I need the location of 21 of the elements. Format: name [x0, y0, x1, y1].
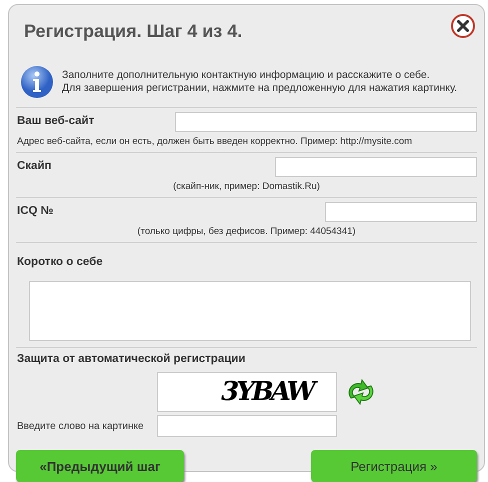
captcha-label: Введите слово на картинке: [16, 420, 145, 434]
text-input[interactable]: [275, 157, 477, 177]
window-title: Регистрация. Шаг 4 из 4.: [24, 20, 242, 43]
about-textarea[interactable]: [29, 281, 471, 341]
close-icon[interactable]: [451, 14, 475, 38]
info-icon: [20, 65, 54, 99]
register-button[interactable]: Регистрация »: [311, 450, 477, 482]
field-label: Ваш веб-сайт: [16, 114, 94, 130]
field-hint: Адрес веб-сайта, если он есть, должен быть введен корректно. Пример: http://mysite.com: [16, 135, 414, 149]
text-input[interactable]: [325, 202, 477, 222]
section-title: Защита от автоматической регистрации: [16, 352, 246, 367]
captcha-input[interactable]: [157, 415, 337, 438]
info-text: Заполните дополнительную контактную информацию и расскажите о себе.: [62, 69, 431, 82]
field-label: Скайп: [16, 159, 52, 174]
previous-step-button[interactable]: «Предыдущий шаг: [16, 450, 184, 482]
field-hint: (только цифры, без дефисов. Пример: 44054341): [136, 225, 357, 239]
field-hint: (скайп-ник, пример: Domastik.Ru): [172, 180, 321, 194]
field-label: Коротко о себе: [16, 256, 103, 268]
info-text: Для завершения регистрании, нажмите на предложенную для нажатия картинку.: [62, 82, 458, 95]
field-label: ICQ №: [16, 204, 54, 220]
text-input[interactable]: [175, 112, 477, 132]
